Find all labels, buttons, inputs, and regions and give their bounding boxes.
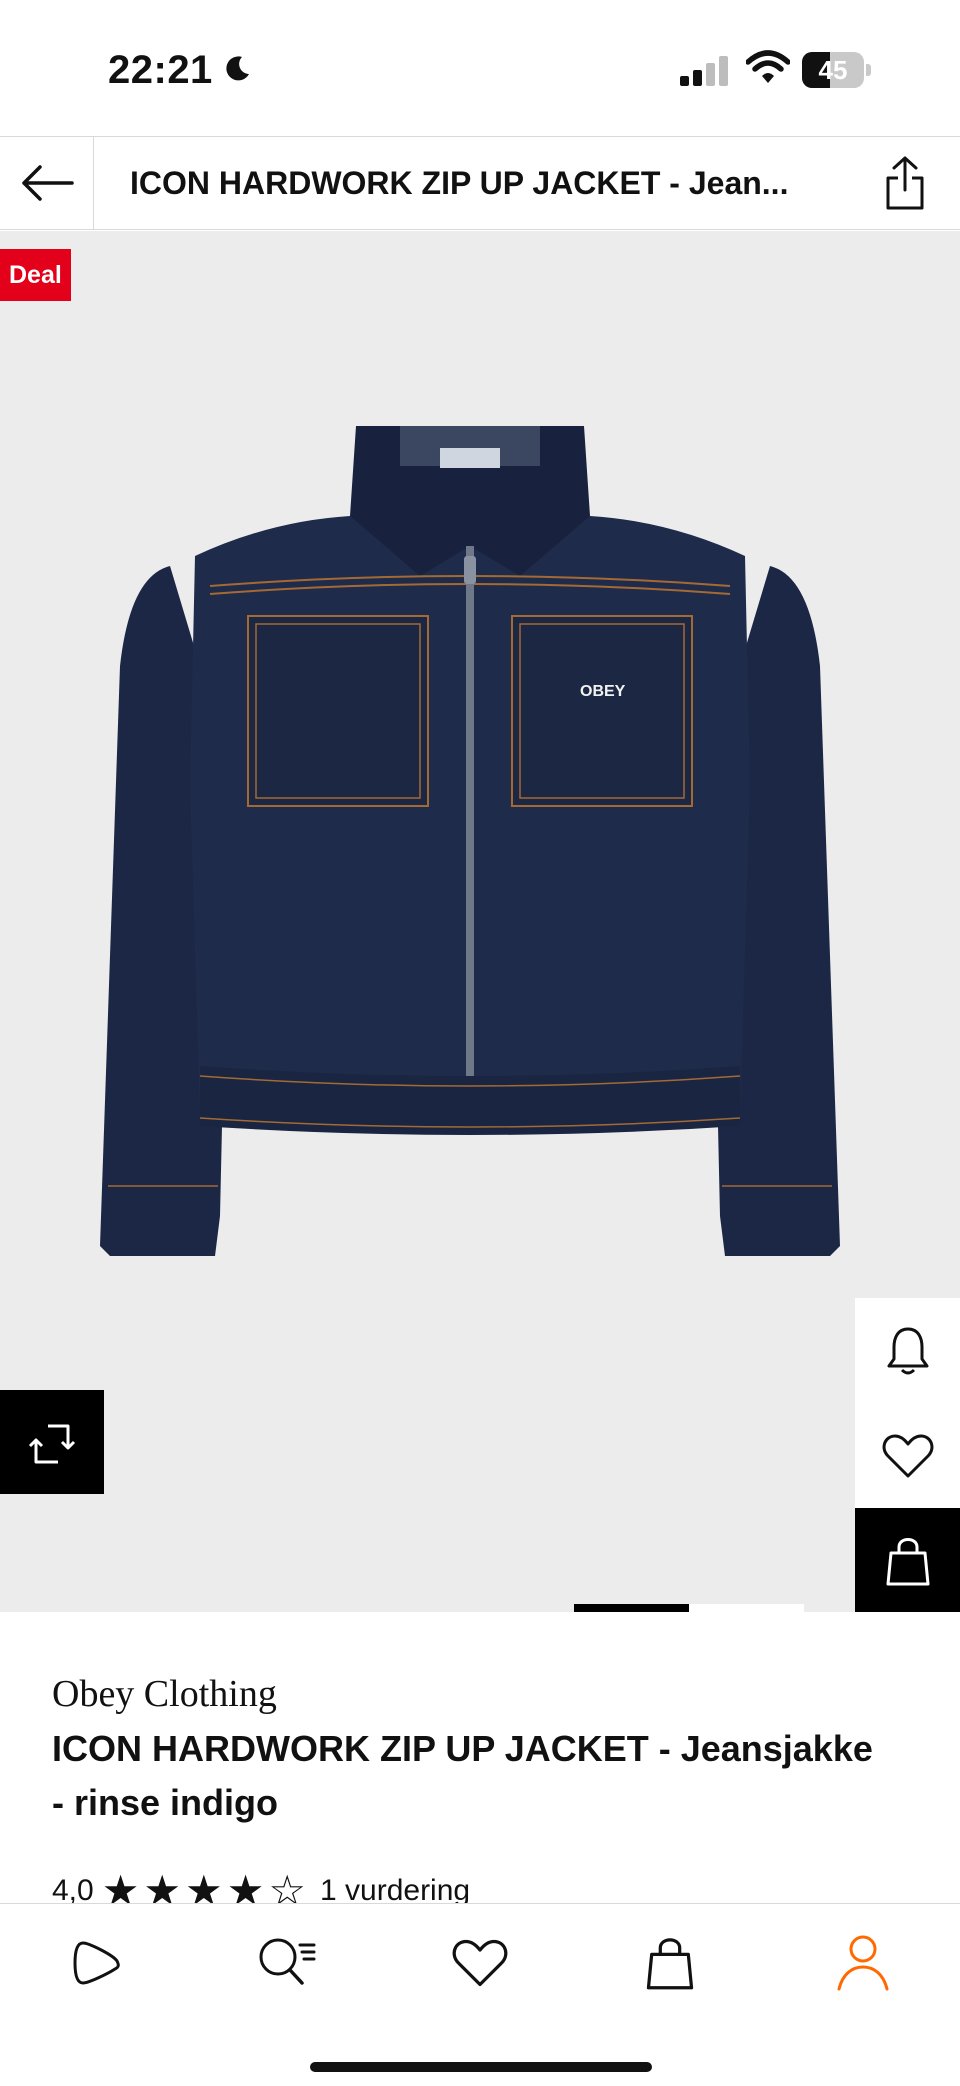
bell-icon — [887, 1327, 928, 1374]
moon-icon — [226, 56, 249, 81]
notify-button[interactable] — [855, 1298, 960, 1403]
product-actions — [855, 1298, 960, 1612]
back-button[interactable] — [0, 137, 94, 229]
cart-icon — [646, 1938, 694, 1990]
nav-header: ICON HARDWORK ZIP UP JACKET - Jean... — [0, 136, 960, 230]
wishlist-icon — [452, 1939, 508, 1987]
tab-wishlist[interactable] — [445, 1928, 515, 1998]
home-indicator — [310, 2062, 652, 2072]
wishlist-button[interactable] — [855, 1403, 960, 1508]
arrow-left-icon — [21, 165, 74, 201]
product-title: ICON HARDWORK ZIP UP JACKET - Jeansjakke… — [52, 1728, 873, 1823]
status-bar: 22:21 45 — [0, 0, 960, 136]
deal-badge: Deal — [0, 249, 71, 301]
compare-button[interactable] — [0, 1390, 104, 1494]
search-icon — [259, 1938, 316, 1985]
status-time: 22:21 — [108, 48, 213, 92]
cellular-signal-icon — [680, 56, 728, 86]
gallery-pagination — [574, 1604, 804, 1612]
share-icon — [886, 156, 924, 210]
product-image-gallery[interactable]: Deal OBEY — [0, 231, 960, 1612]
profile-icon — [837, 1935, 889, 1991]
compare-icon — [28, 1424, 76, 1464]
tab-profile[interactable] — [828, 1928, 898, 1998]
tab-home[interactable] — [62, 1928, 132, 1998]
brand-name[interactable]: Obey Clothing — [52, 1672, 277, 1716]
share-button[interactable] — [870, 137, 940, 229]
bag-icon — [886, 1537, 929, 1585]
product-image: OBEY — [100, 426, 840, 1256]
tab-bar — [0, 1903, 960, 2086]
heart-icon — [882, 1434, 933, 1477]
add-to-bag-button[interactable] — [855, 1508, 960, 1612]
tab-cart[interactable] — [635, 1928, 705, 1998]
page-title: ICON HARDWORK ZIP UP JACKET - Jean... — [130, 165, 789, 201]
tab-search[interactable] — [252, 1928, 322, 1998]
gallery-active-indicator — [574, 1604, 689, 1612]
battery-level: 45 — [818, 55, 848, 85]
obey-logo: OBEY — [580, 683, 626, 700]
battery-indicator: 45 — [802, 52, 871, 88]
wifi-icon — [746, 50, 790, 83]
home-icon — [73, 1941, 120, 1985]
